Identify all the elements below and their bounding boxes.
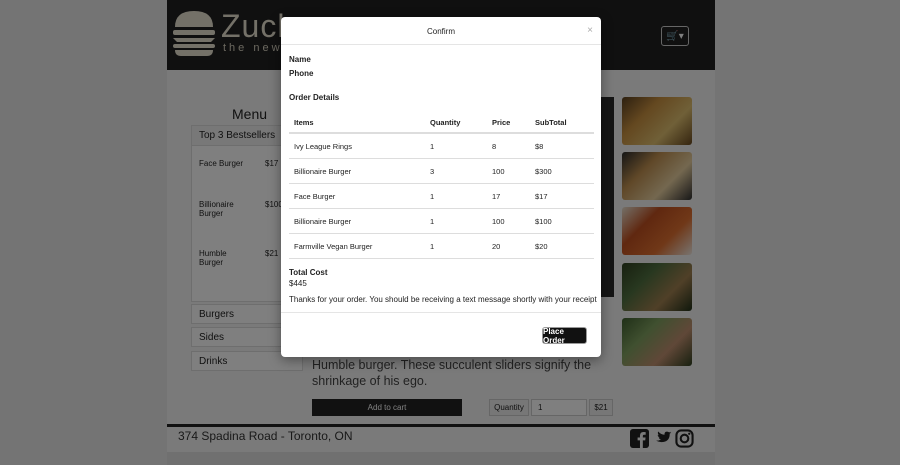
- column-header-items: Items: [289, 113, 425, 134]
- modal-header-divider: [281, 44, 601, 45]
- item-subtotal: $8: [530, 133, 594, 159]
- table-row: Farmville Vegan Burger 1 20 $20: [289, 233, 594, 259]
- total-cost-label: Total Cost: [289, 268, 328, 277]
- modal-footer-divider: [281, 312, 601, 313]
- place-order-button[interactable]: Place Order: [542, 327, 587, 345]
- confirm-modal: Confirm × Name Phone Order Details Items…: [281, 17, 601, 357]
- item-quantity: 1: [425, 133, 487, 159]
- item-price: 100: [487, 208, 530, 234]
- modal-title: Confirm: [426, 27, 455, 36]
- item-name: Farmville Vegan Burger: [289, 233, 425, 259]
- order-details-label: Order Details: [289, 93, 340, 102]
- item-name: Billionaire Burger: [289, 158, 425, 184]
- item-price: 17: [487, 183, 530, 209]
- table-row: Ivy League Rings 1 8 $8: [289, 133, 594, 159]
- column-header-price: Price: [487, 113, 530, 134]
- name-label: Name: [289, 55, 311, 64]
- order-table: Items Quantity Price SubTotal Ivy League…: [289, 113, 594, 259]
- table-row: Billionaire Burger 3 100 $300: [289, 158, 594, 184]
- item-subtotal: $100: [530, 208, 594, 234]
- column-header-quantity: Quantity: [425, 113, 487, 134]
- item-price: 20: [487, 233, 530, 259]
- item-quantity: 3: [425, 158, 487, 184]
- total-cost-value: $445: [289, 279, 307, 288]
- item-name: Billionaire Burger: [289, 208, 425, 234]
- thank-you-message: Thanks for your order. You should be rec…: [289, 295, 597, 304]
- column-header-subtotal: SubTotal: [530, 113, 594, 134]
- item-subtotal: $17: [530, 183, 594, 209]
- table-header-row: Items Quantity Price SubTotal: [289, 113, 594, 134]
- item-price: 100: [487, 158, 530, 184]
- phone-label: Phone: [289, 69, 314, 78]
- close-icon[interactable]: ×: [587, 25, 593, 36]
- item-name: Ivy League Rings: [289, 133, 425, 159]
- item-subtotal: $300: [530, 158, 594, 184]
- item-price: 8: [487, 133, 530, 159]
- item-quantity: 1: [425, 233, 487, 259]
- item-quantity: 1: [425, 183, 487, 209]
- item-subtotal: $20: [530, 233, 594, 259]
- table-row: Face Burger 1 17 $17: [289, 183, 594, 209]
- table-row: Billionaire Burger 1 100 $100: [289, 208, 594, 234]
- item-quantity: 1: [425, 208, 487, 234]
- item-name: Face Burger: [289, 183, 425, 209]
